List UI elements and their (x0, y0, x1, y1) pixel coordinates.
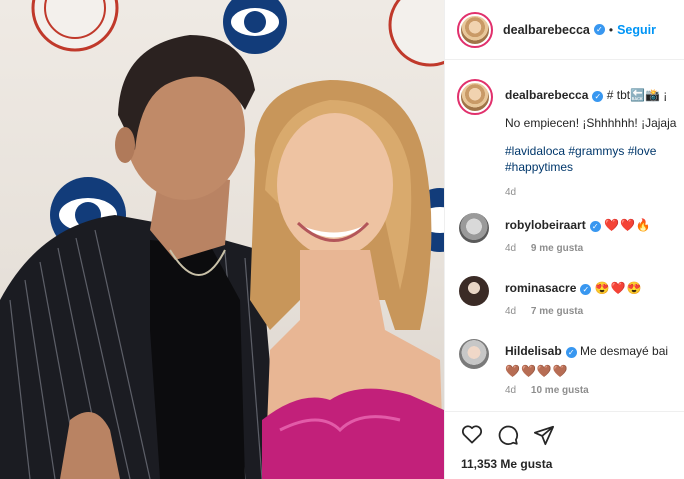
post-actions-bar: 11,353 Me gusta (445, 411, 684, 479)
comment-username[interactable]: rominasacre (505, 281, 576, 295)
commenter-avatar[interactable] (459, 213, 489, 243)
comment-likes[interactable]: 7 me gusta (531, 306, 583, 317)
comment-likes[interactable]: 9 me gusta (531, 243, 583, 254)
paper-plane-icon[interactable] (533, 424, 555, 446)
comment-username[interactable]: robylobeiraart (505, 218, 586, 232)
comment-text: ❤️❤️🔥 (604, 218, 652, 232)
author-username[interactable]: dealbarebecca (503, 23, 590, 37)
comments-scroll-area[interactable]: dealbarebecca ✓ # tbt🔙📸 ¡ No empiecen! ¡S… (445, 61, 684, 412)
comment-text: Me desmayé bai (580, 344, 669, 358)
caption-text-1: # tbt🔙📸 ¡ (606, 88, 668, 102)
post-photo[interactable] (0, 0, 444, 479)
comment-item: rominasacre ✓ 😍❤️😍 4d 7 me gusta (445, 274, 684, 337)
comment-text-emoji: 🤎🤎🤎🤎 (505, 364, 569, 378)
separator-dot: • (608, 22, 614, 37)
instagram-post-view: dealbarebecca ✓ • Seguir dealbarebecca ✓ … (0, 0, 684, 479)
verified-badge-icon: ✓ (592, 91, 604, 102)
post-header: dealbarebecca ✓ • Seguir (445, 0, 684, 60)
comment-item: Hildelisab ✓ Me desmayé bai 🤎🤎🤎🤎 4d 10 me… (445, 337, 684, 400)
caption-text-2: No empiecen! ¡Shhhhhh! ¡Jajaja (505, 116, 677, 130)
caption-age[interactable]: 4d (505, 187, 684, 198)
grammy-logo-2 (388, 0, 444, 67)
caption-author-avatar[interactable] (457, 79, 493, 115)
comment-text: 😍❤️😍 (594, 281, 643, 295)
comment-likes[interactable]: 10 me gusta (531, 385, 589, 396)
photo-illustration (0, 0, 444, 479)
verified-badge-icon: ✓ (565, 347, 577, 358)
verified-badge-icon: ✓ (589, 221, 601, 232)
follow-button[interactable]: Seguir (617, 23, 656, 37)
comment-age[interactable]: 4d (505, 243, 516, 254)
comment-username[interactable]: Hildelisab (505, 344, 562, 358)
caption: dealbarebecca ✓ # tbt🔙📸 ¡ No empiecen! ¡S… (445, 61, 684, 211)
caption-username[interactable]: dealbarebecca (505, 88, 588, 102)
comment-item: robylobeiraart ✓ ❤️❤️🔥 4d 9 me gusta (445, 211, 684, 274)
caption-first-line: dealbarebecca ✓ # tbt🔙📸 ¡ (505, 87, 684, 103)
heart-icon[interactable] (461, 424, 483, 444)
post-sidebar: dealbarebecca ✓ • Seguir dealbarebecca ✓ … (444, 0, 684, 479)
comment-age[interactable]: 4d (505, 385, 516, 396)
likes-count[interactable]: 11,353 Me gusta (461, 457, 552, 471)
comment-icon[interactable] (497, 424, 519, 446)
hashtags-line-2[interactable]: #happytimes (505, 159, 684, 175)
hashtags-line-1[interactable]: #lavidaloca #grammys #love (505, 143, 684, 159)
commenter-avatar[interactable] (459, 276, 489, 306)
verified-badge-icon: ✓ (580, 284, 592, 295)
author-avatar[interactable] (457, 11, 493, 48)
comment-age[interactable]: 4d (505, 306, 516, 317)
verified-badge-icon: ✓ (593, 24, 605, 35)
commenter-avatar[interactable] (459, 339, 489, 369)
